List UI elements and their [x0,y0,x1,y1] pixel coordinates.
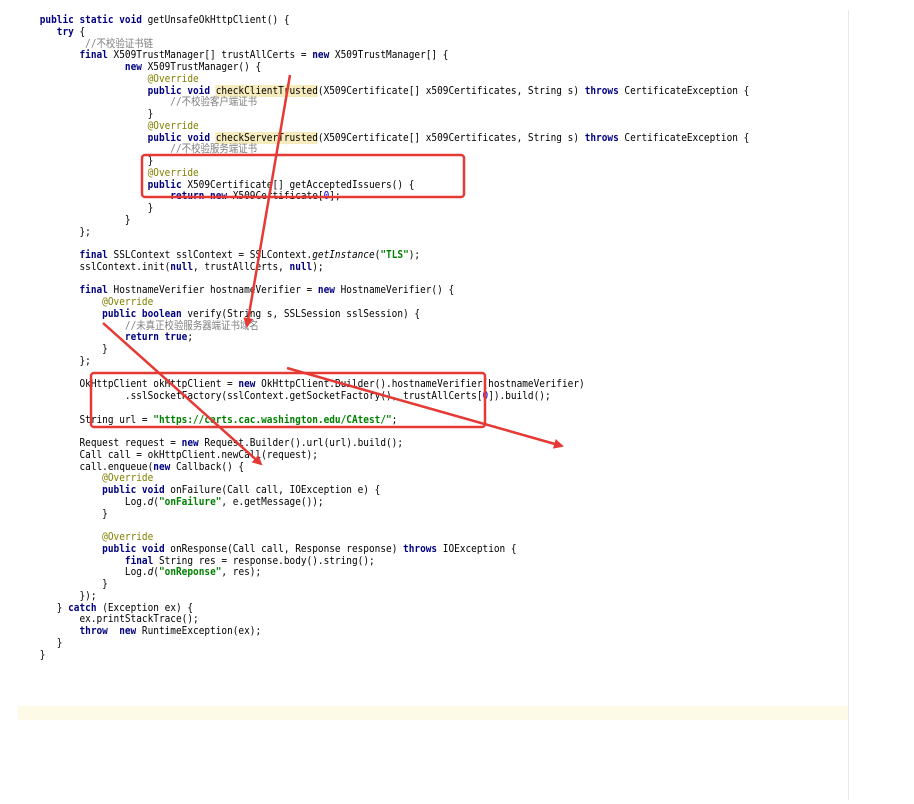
highlight-box-checkservertrusted [140,153,466,199]
arrow-sslcontext-to-socketfactory [102,322,263,466]
highlight-box-verify [89,371,487,429]
code-editor[interactable]: public static void getUnsafeOkHttpClient… [0,0,914,804]
arrow-trustallcerts-to-init [243,74,292,328]
arrow-verifier-to-builder [286,366,564,449]
annotation-overlay [89,74,564,466]
